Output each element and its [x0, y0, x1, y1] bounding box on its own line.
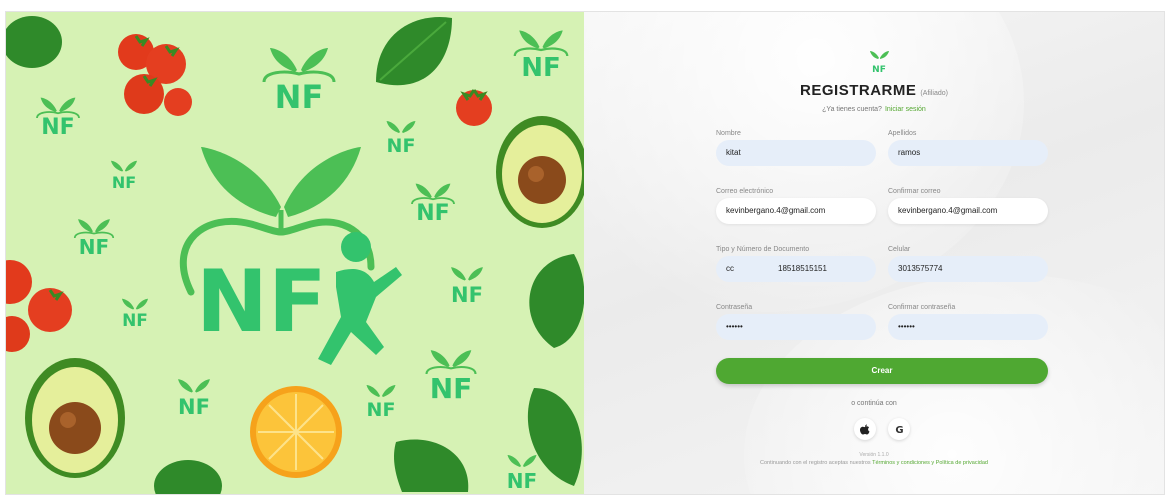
small-logo: NF — [402, 180, 464, 240]
leaf-icon — [6, 16, 62, 68]
leaf-icon — [527, 388, 582, 486]
form-title-text: REGISTRARME — [800, 82, 917, 99]
confirm-email-input[interactable]: kevinbergano.4@gmail.com — [888, 198, 1048, 224]
document-field: Tipo y Número de Documento cc 1851851515… — [716, 246, 876, 282]
password-field: Contraseña •••••• — [716, 304, 876, 340]
svg-text:NF: NF — [872, 65, 886, 74]
runner-icon — [318, 232, 402, 365]
google-icon: G — [895, 425, 903, 435]
avocado-icon — [496, 116, 584, 228]
app-frame: NF NF NF NF NF NF NF NF NF NF NF NF NF N… — [6, 12, 1164, 494]
email-input[interactable]: kevinbergano.4@gmail.com — [716, 198, 876, 224]
first-name-input[interactable]: kitat — [716, 140, 876, 166]
document-type-select[interactable]: cc — [716, 256, 768, 282]
leaf-icon — [394, 439, 469, 492]
small-logo: NF — [438, 264, 496, 320]
small-logo: NF — [376, 118, 426, 168]
last-name-field: Apellidos ramos — [888, 130, 1048, 166]
confirm-email-label: Confirmar correo — [888, 188, 941, 195]
google-login-button[interactable]: G — [888, 418, 910, 440]
confirm-password-input[interactable]: •••••• — [888, 314, 1048, 340]
first-name-field: Nombre kitat — [716, 130, 876, 166]
last-name-label: Apellidos — [888, 130, 917, 137]
svg-text:G: G — [895, 425, 903, 435]
have-account-text: ¿Ya tienes cuenta? — [822, 106, 882, 113]
small-logo-text: NF — [429, 372, 473, 405]
brand-panel: NF NF NF NF NF NF NF NF NF NF NF NF NF N… — [6, 12, 584, 494]
document-label: Tipo y Número de Documento — [716, 246, 810, 253]
small-logo-text: NF — [366, 399, 396, 421]
terms-row: Continuando con el registro aceptas nues… — [584, 460, 1164, 466]
email-field: Correo electrónico kevinbergano.4@gmail.… — [716, 188, 876, 224]
orange-icon — [250, 386, 342, 478]
confirm-email-field: Confirmar correo kevinbergano.4@gmail.co… — [888, 188, 1048, 224]
small-logo-text: NF — [451, 283, 483, 307]
small-logo-text: NF — [122, 311, 148, 331]
form-title: REGISTRARME (Afiliado) — [584, 82, 1164, 99]
login-link[interactable]: Iniciar sesión — [885, 106, 926, 113]
small-logo: NF — [356, 382, 406, 432]
small-logo: NF — [166, 376, 222, 432]
document-row: cc 18518515151 — [716, 256, 876, 282]
phone-field: Celular 3013575774 — [888, 246, 1048, 282]
tomato-icon — [6, 260, 72, 352]
small-logo: NF — [254, 42, 344, 122]
brand-logo-small-icon: NF — [870, 51, 889, 74]
small-logo-text: NF — [521, 53, 561, 83]
small-logo-text: NF — [386, 135, 416, 157]
small-logo: NF — [28, 94, 88, 154]
small-logo: NF — [102, 158, 146, 204]
document-number-input[interactable]: 18518515151 — [768, 256, 876, 282]
small-logo-text: NF — [111, 173, 137, 192]
version-text: Versión 1.1.0 — [859, 452, 889, 458]
or-continue-text: o continúa con — [851, 400, 897, 407]
leaf-icon — [376, 16, 452, 86]
email-label: Correo electrónico — [716, 188, 774, 195]
small-logo: NF — [506, 26, 576, 96]
apple-icon — [860, 424, 870, 434]
apple-login-button[interactable] — [854, 418, 876, 440]
create-button[interactable]: Crear — [716, 358, 1048, 384]
small-logo: NF — [112, 296, 158, 344]
leaf-icon — [529, 254, 584, 348]
terms-prefix: Continuando con el registro aceptas nues… — [760, 460, 871, 466]
confirm-password-label: Confirmar contraseña — [888, 304, 956, 311]
password-input[interactable]: •••••• — [716, 314, 876, 340]
confirm-password-field: Confirmar contraseña •••••• — [888, 304, 1048, 340]
small-logo-text: NF — [41, 115, 75, 140]
last-name-input[interactable]: ramos — [888, 140, 1048, 166]
register-form: NF REGISTRARME (Afiliado) ¿Ya tienes cuen… — [584, 12, 1164, 494]
have-account-row: ¿Ya tienes cuenta? Iniciar sesión — [584, 106, 1164, 113]
small-logo-text: NF — [416, 201, 450, 226]
phone-label: Celular — [888, 246, 911, 253]
small-logo-text: NF — [274, 78, 324, 116]
avocado-icon — [25, 358, 125, 478]
small-logo-text: NF — [178, 395, 210, 419]
first-name-label: Nombre — [716, 130, 741, 137]
terms-link[interactable]: Términos y condiciones y Política de pri… — [872, 460, 988, 466]
small-logo: NF — [416, 346, 486, 418]
form-title-suffix: (Afiliado) — [920, 90, 948, 97]
tomato-icon — [118, 34, 192, 116]
phone-input[interactable]: 3013575774 — [888, 256, 1048, 282]
register-panel: NF REGISTRARME (Afiliado) ¿Ya tienes cuen… — [584, 12, 1164, 494]
password-label: Contraseña — [716, 304, 753, 311]
leaf-icon — [154, 460, 222, 494]
